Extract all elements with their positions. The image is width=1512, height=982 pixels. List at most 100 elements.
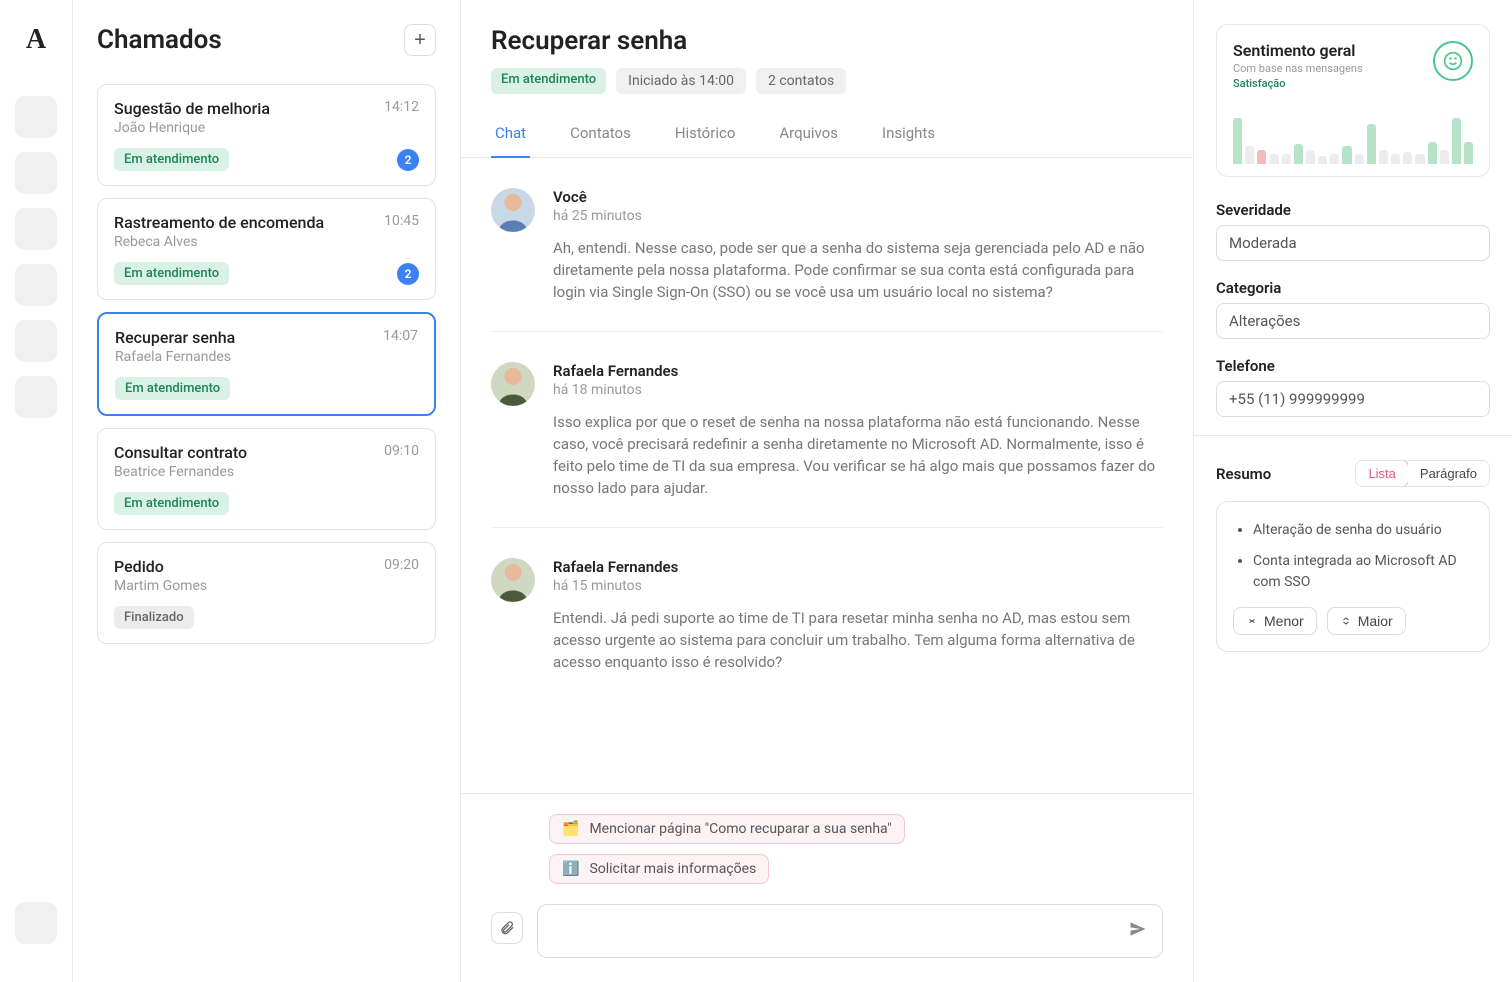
severity-field: Severidade Moderada	[1216, 201, 1490, 261]
contacts-badge: 2 contatos	[756, 68, 846, 94]
avatar	[491, 362, 535, 406]
smile-icon	[1433, 41, 1473, 81]
ticket-item-time: 09:20	[384, 557, 419, 573]
suggestion-chip[interactable]: ℹ️Solicitar mais informações	[549, 854, 769, 884]
message-input[interactable]	[552, 923, 1128, 940]
tickets-heading: Chamados	[97, 25, 222, 55]
ticket-item-requester: João Henrique	[114, 120, 270, 136]
message-time: há 25 minutos	[553, 208, 1163, 224]
main-column: Recuperar senha Em atendimento Iniciado …	[461, 0, 1194, 982]
message-text: Isso explica por que o reset de senha na…	[553, 412, 1163, 499]
summary-smaller-button[interactable]: Menor	[1233, 607, 1317, 635]
sentiment-bar	[1403, 152, 1412, 164]
ticket-item-requester: Martim Gomes	[114, 578, 207, 594]
summary-larger-label: Maior	[1358, 613, 1393, 629]
ticket-item-time: 14:07	[383, 328, 418, 344]
sentiment-bar	[1330, 154, 1339, 164]
ticket-item-requester: Rafaela Fernandes	[115, 349, 235, 365]
ticket-item-title: Recuperar senha	[115, 328, 235, 347]
sentiment-bar	[1318, 156, 1327, 164]
tab-histórico[interactable]: Histórico	[671, 116, 740, 157]
summary-larger-button[interactable]: Maior	[1327, 607, 1406, 635]
right-panel: Sentimento geral Com base nas mensagens …	[1194, 0, 1512, 982]
status-badge: Em atendimento	[491, 68, 606, 94]
summary-smaller-label: Menor	[1264, 613, 1304, 629]
summary-head: Resumo Lista Parágrafo	[1216, 460, 1490, 487]
tab-arquivos[interactable]: Arquivos	[775, 116, 842, 157]
tab-insights[interactable]: Insights	[878, 116, 939, 157]
message-time: há 15 minutos	[553, 578, 1163, 594]
tab-contatos[interactable]: Contatos	[566, 116, 635, 157]
composer-area: 🗂️ Mencionar página "Como recuparar a sua…	[461, 793, 1193, 982]
summary-mode-toggle: Lista Parágrafo	[1355, 460, 1490, 487]
composer-row	[491, 904, 1163, 958]
ticket-item-status: Em atendimento	[114, 262, 229, 285]
send-icon	[1128, 919, 1148, 939]
tabs: Chat Contatos Histórico Arquivos Insights	[461, 116, 1193, 158]
rail-item[interactable]	[15, 264, 57, 306]
message-text: Ah, entendi. Nesse caso, pode ser que a …	[553, 238, 1163, 303]
new-ticket-button[interactable]: +	[404, 24, 436, 56]
sentiment-bar	[1440, 150, 1449, 164]
attach-button[interactable]	[491, 912, 523, 944]
seg-list-button[interactable]: Lista	[1355, 460, 1408, 487]
ticket-item[interactable]: Recuperar senha Rafaela Fernandes 14:07 …	[97, 312, 436, 416]
sentiment-bar	[1282, 154, 1291, 164]
severity-select[interactable]: Moderada	[1216, 225, 1490, 261]
ticket-item[interactable]: Rastreamento de encomenda Rebeca Alves 1…	[97, 198, 436, 300]
chat-log[interactable]: Você há 25 minutos Ah, entendi. Nesse ca…	[461, 158, 1193, 793]
ticket-item-title: Sugestão de melhoria	[114, 99, 270, 118]
summary-size-row: Menor Maior	[1233, 607, 1473, 635]
sentiment-card: Sentimento geral Com base nas mensagens …	[1216, 24, 1490, 177]
rail-item[interactable]	[15, 96, 57, 138]
ticket-title: Recuperar senha	[491, 26, 1163, 56]
phone-input[interactable]: +55 (11) 999999999	[1216, 381, 1490, 417]
rail-item[interactable]	[15, 152, 57, 194]
avatar	[491, 558, 535, 602]
plus-icon: +	[414, 29, 426, 52]
suggestion-chip[interactable]: 🗂️ Mencionar página "Como recuparar a sua…	[549, 814, 905, 844]
sentiment-bar	[1233, 118, 1242, 164]
ticket-item[interactable]: Sugestão de melhoria João Henrique 14:12…	[97, 84, 436, 186]
unread-badge: 2	[397, 263, 419, 285]
sentiment-bar	[1379, 150, 1388, 164]
summary-box: Alteração de senha do usuárioConta integ…	[1216, 501, 1490, 652]
suggestion-icon: ℹ️	[562, 861, 579, 877]
sentiment-bar	[1245, 146, 1254, 164]
summary-list: Alteração de senha do usuárioConta integ…	[1233, 520, 1473, 593]
rail-item-bottom[interactable]	[15, 902, 57, 944]
message-author: Você	[553, 188, 1163, 206]
rail-item[interactable]	[15, 376, 57, 418]
suggestion-text: Mencionar página "Como recuparar a sua s…	[589, 821, 891, 837]
seg-para-button[interactable]: Parágrafo	[1408, 461, 1489, 486]
ticket-item-requester: Rebeca Alves	[114, 234, 324, 250]
ticket-item-requester: Beatrice Fernandes	[114, 464, 247, 480]
ticket-item[interactable]: Pedido Martim Gomes 09:20 Finalizado	[97, 542, 436, 644]
message-time: há 18 minutos	[553, 382, 1163, 398]
expand-icon	[1340, 615, 1352, 627]
sentiment-title: Sentimento geral	[1233, 41, 1363, 60]
sentiment-label: Satisfação	[1233, 77, 1363, 90]
ticket-item[interactable]: Consultar contrato Beatrice Fernandes 09…	[97, 428, 436, 530]
tickets-column: Chamados + Sugestão de melhoria João Hen…	[73, 0, 461, 982]
sentiment-bar	[1342, 146, 1351, 164]
sentiment-bar	[1355, 154, 1364, 164]
category-select[interactable]: Alterações	[1216, 303, 1490, 339]
sentiment-bar	[1391, 154, 1400, 164]
sentiment-bar	[1306, 150, 1315, 164]
header-pills: Em atendimento Iniciado às 14:00 2 conta…	[491, 68, 1163, 94]
ticket-item-status: Em atendimento	[114, 492, 229, 515]
send-button[interactable]	[1128, 919, 1148, 944]
suggestion-icon: 🗂️	[562, 821, 579, 837]
sentiment-bar	[1428, 142, 1437, 164]
ticket-item-time: 10:45	[384, 213, 419, 229]
summary-item: Alteração de senha do usuário	[1253, 520, 1473, 541]
divider	[1194, 435, 1512, 436]
rail-item[interactable]	[15, 320, 57, 362]
tab-chat[interactable]: Chat	[491, 116, 530, 158]
ticket-item-time: 09:10	[384, 443, 419, 459]
rail-item[interactable]	[15, 208, 57, 250]
avatar	[491, 188, 535, 232]
tickets-list: Sugestão de melhoria João Henrique 14:12…	[97, 84, 436, 656]
severity-label: Severidade	[1216, 201, 1490, 219]
